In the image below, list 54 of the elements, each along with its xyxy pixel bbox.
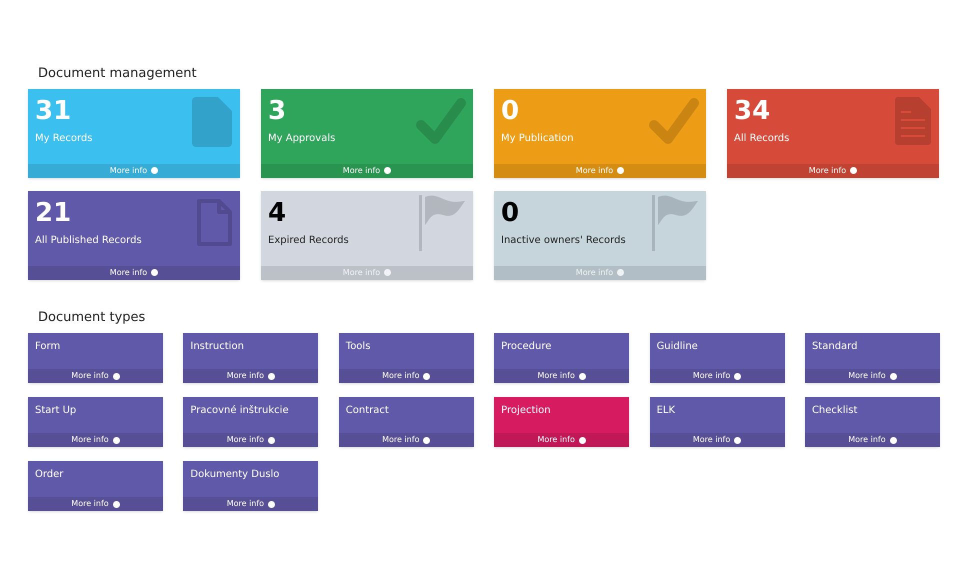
type-label: Start Up [34, 404, 78, 418]
stat-count: 3 [268, 94, 286, 126]
type-label: Projection [500, 404, 552, 418]
flag-icon [419, 194, 467, 250]
type-label: Dokumenty Duslo [189, 468, 280, 482]
more-info-link[interactable]: More info [28, 433, 163, 447]
stat-count: 0 [501, 94, 520, 126]
stat-label: Inactive owners' Records [501, 234, 626, 248]
more-info-link[interactable]: More info [338, 369, 474, 383]
stat-label: My Publication [501, 132, 574, 146]
more-info-link[interactable]: More info [183, 497, 318, 511]
more-info-link[interactable]: More info [28, 266, 240, 280]
section-title: Document types [38, 308, 146, 326]
stat-label: My Approvals [268, 132, 336, 146]
more-info-link[interactable]: More info [28, 369, 163, 383]
stat-label: My Records [35, 132, 92, 146]
more-info-link[interactable]: More info [28, 497, 163, 511]
stat-label: All Published Records [35, 234, 142, 248]
file-icon [196, 198, 232, 246]
type-label: Instruction [189, 340, 245, 354]
more-info-link[interactable]: More info [261, 164, 473, 178]
more-info-link[interactable]: More info [650, 433, 785, 447]
more-info-link[interactable]: More info [183, 433, 318, 447]
type-label: Order [34, 468, 64, 482]
flag-icon [652, 194, 700, 250]
type-label: Standard [810, 340, 858, 354]
file-icon [192, 96, 232, 146]
more-info-link[interactable]: More info [727, 164, 939, 178]
type-label: Guidline [656, 340, 699, 354]
more-info-link[interactable]: More info [804, 433, 940, 447]
more-info-link[interactable]: More info [338, 433, 474, 447]
stat-label: All Records [734, 132, 790, 146]
type-label: Form [34, 340, 62, 354]
more-info-link[interactable]: More info [650, 369, 785, 383]
more-info-link[interactable]: More info [494, 369, 630, 383]
type-label: Checklist [810, 404, 858, 418]
more-info-link[interactable]: More info [804, 369, 940, 383]
section-title: Document management [38, 65, 198, 83]
stat-count: 0 [501, 196, 520, 228]
type-label: Pracovné inštrukcie [189, 404, 290, 418]
stat-count: 31 [35, 94, 72, 126]
more-info-link[interactable]: More info [183, 369, 318, 383]
stat-count: 34 [734, 94, 770, 126]
type-label: Contract [344, 404, 390, 418]
stat-count: 4 [268, 196, 286, 228]
type-label: Procedure [500, 340, 552, 354]
type-label: Tools [344, 340, 372, 354]
check-icon [648, 96, 700, 146]
more-info-link[interactable]: More info [494, 433, 630, 447]
document-icon [895, 96, 931, 144]
stat-count: 21 [35, 196, 72, 228]
type-label: ELK [656, 404, 676, 418]
check-icon [415, 96, 467, 146]
stat-label: Expired Records [268, 234, 349, 248]
